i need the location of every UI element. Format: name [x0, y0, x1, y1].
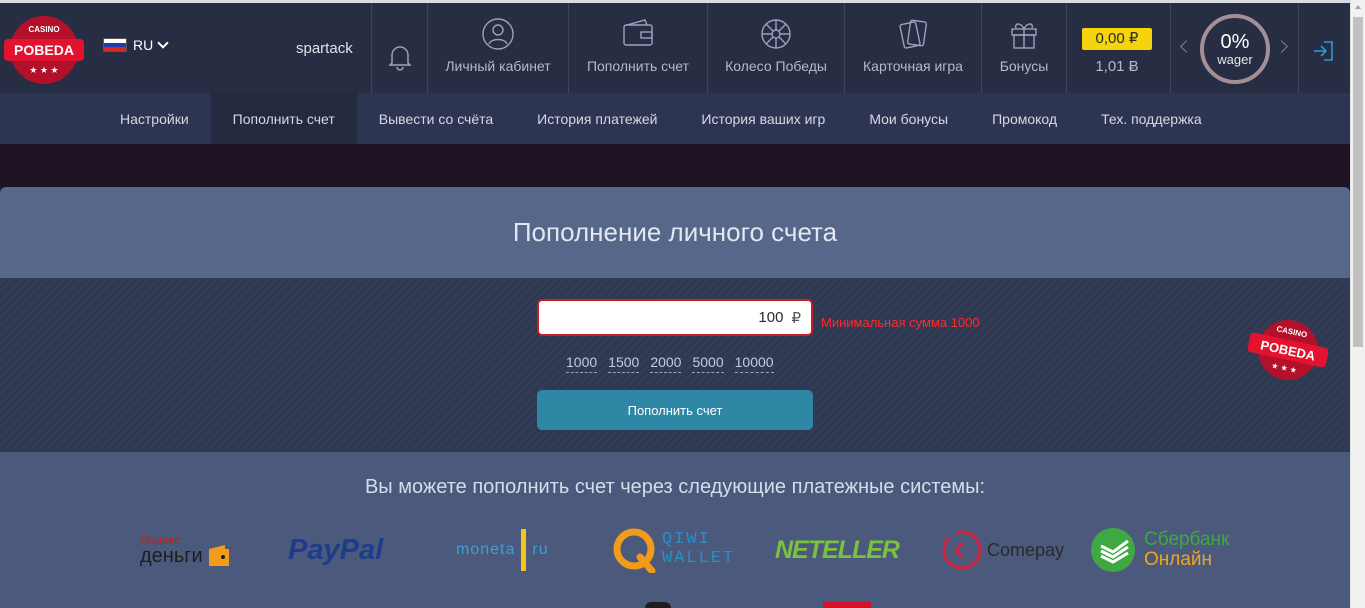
nav-personal-cabinet[interactable]: Личный кабинет [428, 3, 568, 93]
language-selector[interactable]: RU [103, 37, 169, 53]
qiwi-line1: QIWI [662, 530, 711, 550]
deposit-submit-button[interactable]: Пополнить счет [537, 390, 813, 430]
payment-systems-title: Вы можете пополнить счет через следующие… [364, 476, 986, 498]
account-subnav: Настройки Пополнить счет Вывести со счёт… [0, 93, 1350, 144]
cards-icon [899, 19, 928, 49]
sberbank-line2: Онлайн [1144, 549, 1213, 570]
scroll-up-arrow-icon[interactable] [1355, 5, 1361, 9]
preset-amount[interactable]: 1000 [566, 354, 598, 373]
background-band [0, 144, 1350, 188]
page-scrollbar[interactable] [1350, 0, 1365, 608]
language-code: RU [133, 37, 154, 53]
yandex-wallet-icon [208, 545, 229, 566]
chevron-down-icon [157, 37, 169, 49]
nav-card-game[interactable]: Карточная игра [845, 3, 981, 93]
comepay-icon [942, 530, 982, 570]
sberbank-online-logo[interactable]: Сбербанк Онлайн [1088, 525, 1229, 575]
min-amount-error: Минимальная сумма 1000 [821, 315, 980, 330]
sberbank-icon [1091, 528, 1135, 572]
moneta-logo[interactable]: moneta ru [456, 525, 549, 575]
logo-text-top: CASINO [28, 25, 59, 34]
nav-card-game-label: Карточная игра [863, 58, 963, 74]
yandex-logo-line2: деньги [140, 545, 203, 567]
moneta-divider [521, 529, 527, 571]
sberbank-line1: Сбербанк [1144, 529, 1230, 551]
subnav-game-history[interactable]: История ваших игр [679, 93, 847, 144]
nav-deposit-label: Пополнить счет [586, 58, 690, 74]
preset-amount[interactable]: 5000 [692, 354, 724, 373]
qiwi-line2: WALLET [662, 549, 736, 568]
subnav-settings[interactable]: Настройки [98, 93, 211, 144]
preset-amount[interactable]: 10000 [734, 354, 774, 373]
deposit-title: Пополнение личного счета [0, 187, 1350, 278]
wager-progress[interactable]: 0% wager [1200, 14, 1270, 84]
username[interactable]: spartack [296, 40, 353, 57]
moneta-logo-left: moneta [456, 541, 516, 558]
balance-badge[interactable]: 0,00 ₽ [1082, 28, 1152, 50]
currency-symbol: ₽ [791, 309, 801, 327]
qiwi-q-icon [613, 528, 656, 573]
paypal-logo[interactable]: PayPal [288, 525, 383, 575]
nav-bonuses-label: Бонусы [999, 58, 1049, 74]
comepay-logo-text: Comepay [987, 539, 1065, 560]
wager-percent: 0% [1220, 30, 1250, 53]
amount-input[interactable]: 100 ₽ [537, 299, 813, 336]
logout-icon[interactable] [1310, 38, 1336, 64]
nav-personal-cabinet-label: Личный кабинет [445, 58, 551, 74]
logo-stars: ★ ★ ★ [29, 65, 58, 75]
partial-logo [645, 602, 671, 608]
logo-text-name: POBEDA [14, 42, 74, 58]
bell-icon[interactable] [388, 43, 412, 71]
gift-icon [1011, 23, 1037, 49]
side-casino-logo: CASINO POBEDA ★ ★ ★ [1248, 320, 1328, 380]
nav-wheel-label: Колесо Победы [725, 58, 827, 74]
wallet-icon [623, 19, 653, 46]
amount-value: 100 [758, 309, 784, 326]
nav-wheel[interactable]: Колесо Победы [708, 3, 844, 93]
subnav-withdraw[interactable]: Вывести со счёта [357, 93, 515, 144]
casino-logo[interactable]: CASINO POBEDA ★ ★ ★ [4, 15, 84, 85]
neteller-logo[interactable]: NETELLER [775, 525, 900, 575]
wheel-icon [761, 19, 791, 49]
user-icon [482, 18, 514, 50]
wager-label: wager [1217, 51, 1253, 67]
nav-deposit[interactable]: Пополнить счет [569, 3, 707, 93]
subnav-my-bonuses[interactable]: Мои бонусы [847, 93, 970, 144]
yandex-money-logo[interactable]: Яндекс деньги [140, 525, 232, 575]
qiwi-logo[interactable]: QIWI WALLET [612, 525, 735, 575]
nav-bonuses[interactable]: Бонусы [982, 3, 1066, 93]
subnav-support[interactable]: Тех. поддержка [1079, 93, 1224, 144]
chevron-right-icon[interactable] [1275, 40, 1288, 53]
comepay-logo[interactable]: Comepay [940, 525, 1064, 575]
preset-amount[interactable]: 1500 [608, 354, 640, 373]
subnav-payment-history[interactable]: История платежей [515, 93, 679, 144]
scrollbar-thumb[interactable] [1353, 17, 1363, 347]
subnav-deposit[interactable]: Пополнить счет [210, 93, 357, 144]
bonus-balance: 1,01 Ƀ [1095, 58, 1139, 75]
paypal-logo-text: PayPal [288, 533, 384, 566]
top-header: CASINO POBEDA ★ ★ ★ RU spartack Личный к… [0, 0, 1350, 93]
russia-flag-icon [103, 38, 127, 52]
moneta-logo-right: ru [532, 541, 549, 558]
partial-logo [823, 602, 871, 608]
neteller-logo-text: NETELLER [775, 535, 900, 564]
preset-amount[interactable]: 2000 [650, 354, 682, 373]
amount-presets: 1000 1500 2000 5000 10000 [566, 354, 774, 373]
subnav-promocode[interactable]: Промокод [970, 93, 1079, 144]
chevron-left-icon[interactable] [1180, 40, 1193, 53]
